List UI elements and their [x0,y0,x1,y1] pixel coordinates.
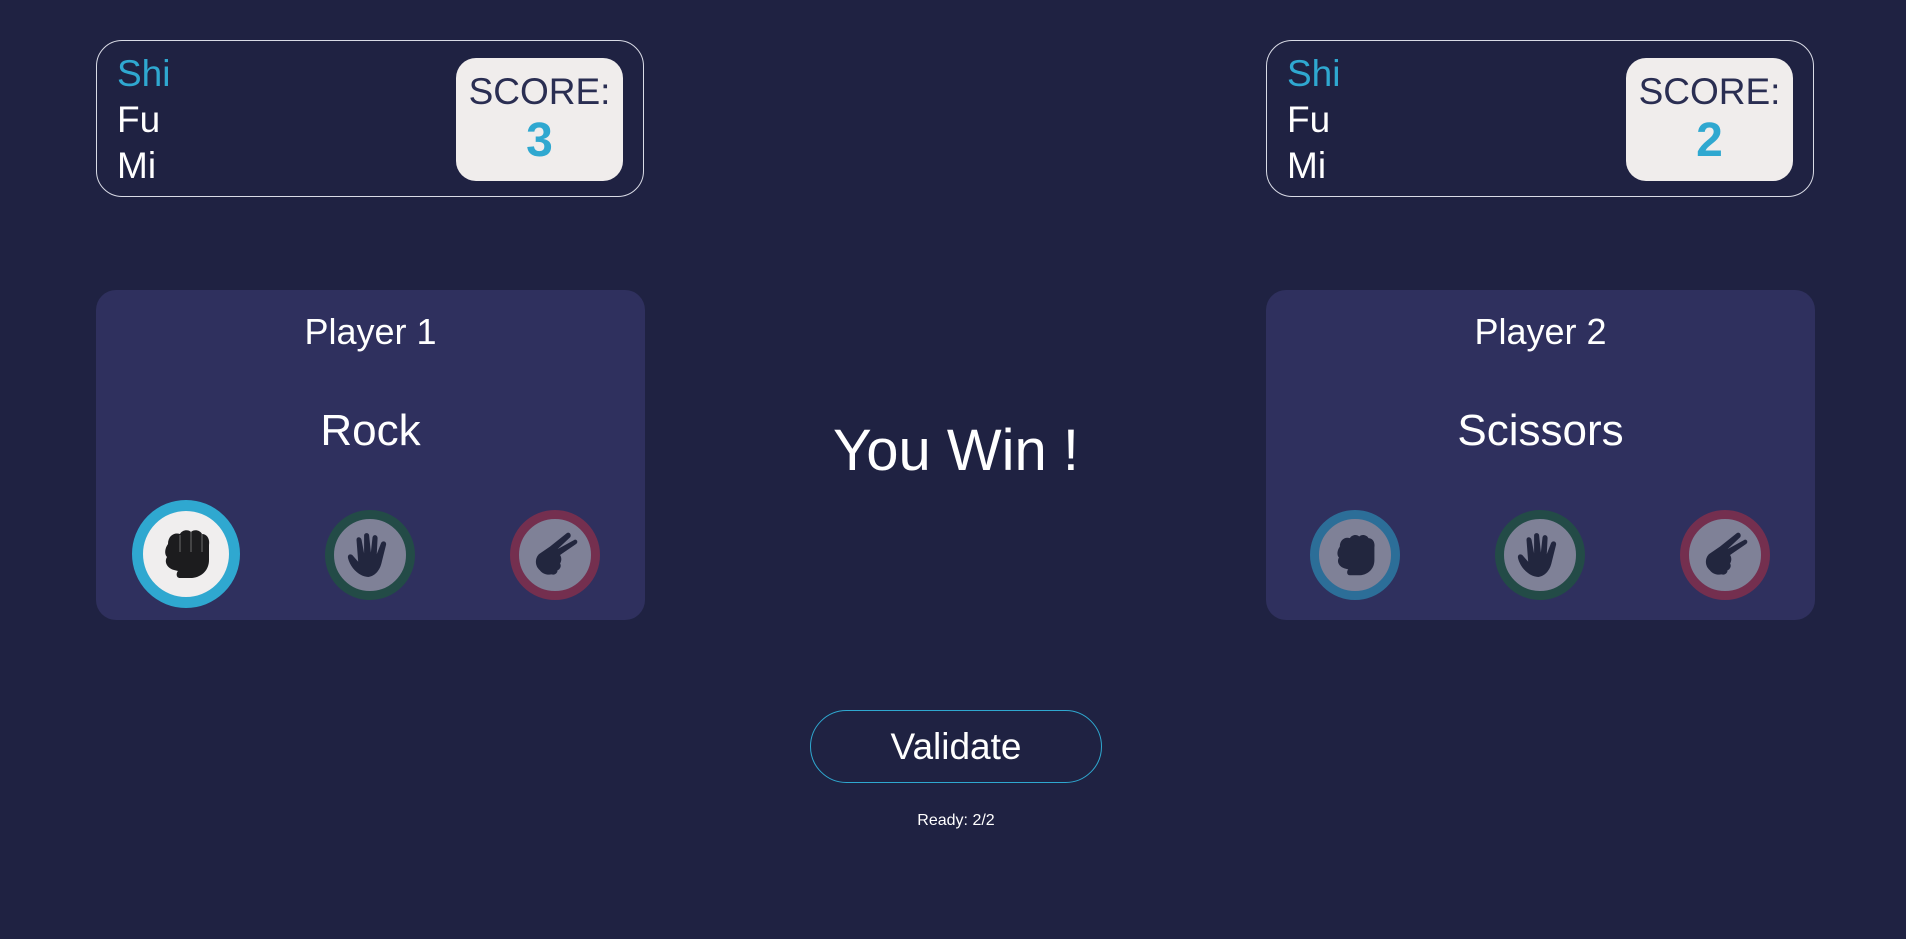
player-choice: Rock [320,406,421,455]
validate-button[interactable]: Validate [810,710,1102,783]
title-word-shi: Shi [117,53,171,94]
scissors-button[interactable] [510,510,600,600]
player-name: Player 1 [304,311,437,352]
player2-scoreboard: Shi Fu Mi SCORE: 2 [1266,40,1814,197]
score-label: SCORE: [1638,71,1781,112]
rock-fist-icon [1337,534,1375,576]
paper-hand-icon [1517,533,1557,577]
game-screen: Shi Fu Mi SCORE: 3 Shi Fu Mi SCORE: 2 Pl… [0,0,1906,939]
player-choice: Scissors [1457,406,1624,455]
round-result: You Win ! [832,418,1080,483]
paper-button[interactable] [325,510,415,600]
scissors-hand-icon [535,532,578,575]
game-title: Shi Fu Mi [1287,51,1340,189]
rock-fist-icon [165,530,210,578]
scissors-button[interactable] [1680,510,1770,600]
rock-button[interactable] [1310,510,1400,600]
score-value: 2 [1696,114,1723,167]
score-value: 3 [526,114,553,167]
rock-button[interactable] [132,500,240,608]
game-title: Shi Fu Mi [117,51,170,189]
title-word-mi: Mi [1287,145,1327,186]
scissors-hand-icon [1705,532,1748,575]
title-word-shi: Shi [1287,53,1341,94]
score-box: SCORE: 2 [1626,58,1793,181]
paper-button[interactable] [1495,510,1585,600]
paper-hand-icon [347,533,387,577]
score-box: SCORE: 3 [456,58,623,181]
player2-card: Player 2 Scissors [1266,290,1815,620]
score-label: SCORE: [468,71,611,112]
title-word-fu: Fu [117,99,161,140]
player1-scoreboard: Shi Fu Mi SCORE: 3 [96,40,644,197]
title-word-fu: Fu [1287,99,1331,140]
player-name: Player 2 [1474,311,1607,352]
player1-card: Player 1 Rock [96,290,645,620]
title-word-mi: Mi [117,145,157,186]
ready-status: Ready: 2/2 [917,812,995,829]
